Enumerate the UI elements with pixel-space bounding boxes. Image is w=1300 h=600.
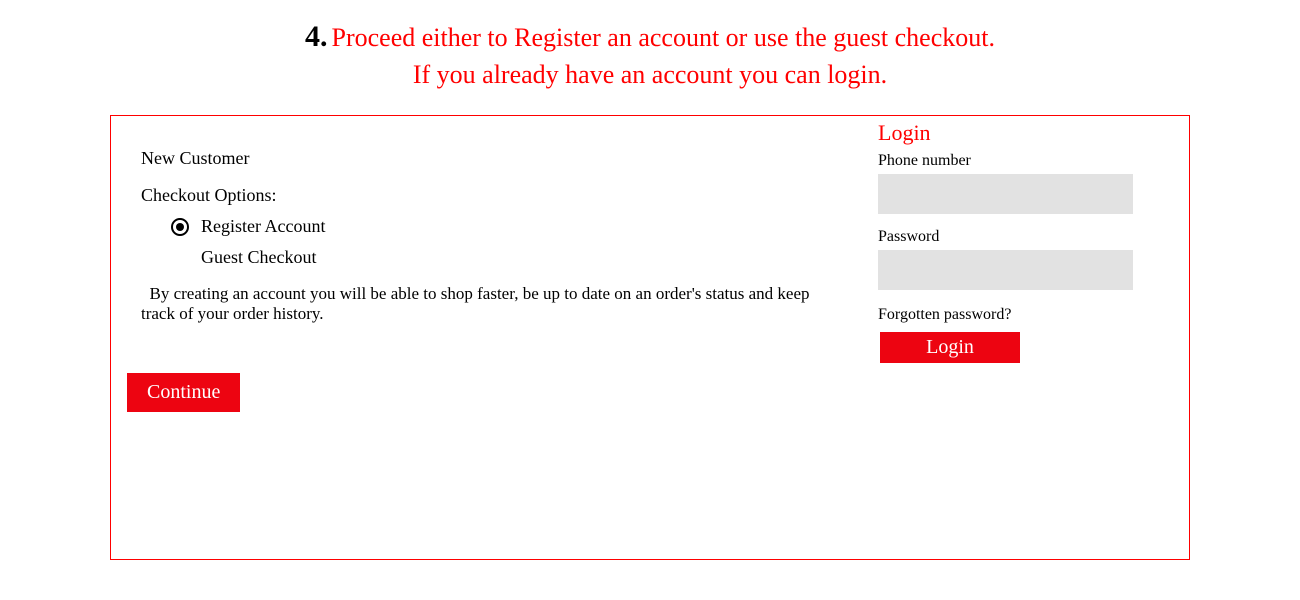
register-account-label: Register Account	[201, 216, 325, 237]
continue-button[interactable]: Continue	[127, 373, 240, 412]
register-account-option[interactable]: Register Account	[171, 216, 841, 237]
checkout-panel: New Customer Checkout Options: Register …	[110, 115, 1190, 560]
account-description: By creating an account you will be able …	[141, 284, 841, 323]
password-label: Password	[878, 228, 1148, 246]
instruction-header: 4. Proceed either to Register an account…	[0, 0, 1300, 100]
phone-label: Phone number	[878, 152, 1148, 170]
login-button[interactable]: Login	[880, 332, 1020, 363]
step-text-line2: If you already have an account you can l…	[0, 60, 1300, 90]
checkout-options-label: Checkout Options:	[141, 185, 841, 206]
radio-selected-icon	[171, 218, 189, 236]
guest-checkout-option[interactable]: Guest Checkout	[201, 247, 841, 268]
login-section: Login Phone number Password Forgotten pa…	[878, 120, 1148, 363]
phone-input[interactable]	[878, 174, 1133, 214]
forgotten-password-link[interactable]: Forgotten password?	[878, 306, 1148, 324]
new-customer-section: New Customer Checkout Options: Register …	[141, 148, 841, 412]
new-customer-title: New Customer	[141, 148, 841, 169]
step-number: 4.	[305, 20, 328, 53]
password-input[interactable]	[878, 250, 1133, 290]
guest-checkout-label: Guest Checkout	[201, 247, 316, 267]
step-text-line1: Proceed either to Register an account or…	[332, 23, 995, 52]
login-title: Login	[878, 120, 1148, 146]
